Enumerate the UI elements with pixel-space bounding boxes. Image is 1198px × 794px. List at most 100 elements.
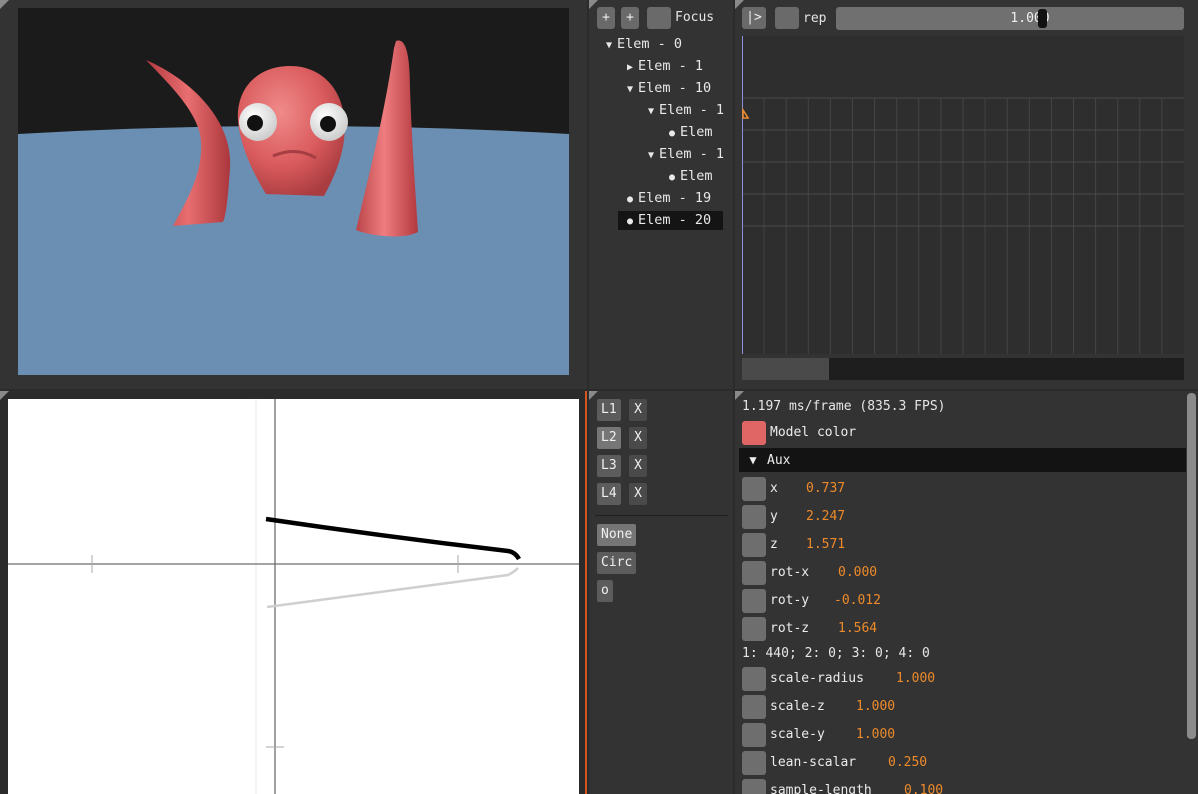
layer-l3-remove-button[interactable]: X <box>629 455 647 477</box>
tree-item-label: Elem - 1 <box>659 102 725 118</box>
repeat-label: rep <box>803 11 827 26</box>
keyframe-track[interactable] <box>742 36 1184 354</box>
param-checkbox[interactable] <box>742 561 766 585</box>
param-value[interactable]: 0.250 <box>888 755 927 770</box>
param-label: x <box>770 481 778 496</box>
param-checkbox[interactable] <box>742 589 766 613</box>
layer-l4-button[interactable]: L4 <box>597 483 621 505</box>
expand-arrow-icon[interactable]: ▼ <box>643 102 659 121</box>
param-checkbox[interactable] <box>742 723 766 747</box>
tree-item-label: Elem - 1 <box>638 58 704 74</box>
profile-curve-canvas[interactable] <box>8 399 579 794</box>
layer-l1-button[interactable]: L1 <box>597 399 621 421</box>
param-value[interactable]: 0.737 <box>806 481 845 496</box>
param-value[interactable]: 1.000 <box>856 727 895 742</box>
param-value[interactable]: 2.247 <box>806 509 845 524</box>
param-checkbox[interactable] <box>742 779 766 794</box>
layer-l1-remove-button[interactable]: X <box>629 399 647 421</box>
param-checkbox[interactable] <box>742 667 766 691</box>
focus-checkbox[interactable] <box>647 7 671 29</box>
fps-readout: 1.197 ms/frame (835.3 FPS) <box>742 399 946 414</box>
add-sibling-button[interactable]: + <box>621 7 639 29</box>
tree-item-elem-leaf-a[interactable]: ● Elem <box>664 123 713 142</box>
mode-circ-button[interactable]: Circ <box>597 552 637 574</box>
param-value[interactable]: 0.100 <box>904 783 943 794</box>
param-label: rot-x <box>770 565 810 580</box>
param-label: sample-length <box>770 783 872 794</box>
viewport-panel[interactable] <box>0 0 587 389</box>
param-row-scale-radius[interactable]: scale-radius 1.000 <box>742 667 935 691</box>
aux-section-label: Aux <box>767 453 791 468</box>
scene-view[interactable] <box>18 8 569 375</box>
tree-item-elem-1a[interactable]: ▼ Elem - 1 <box>643 101 724 120</box>
param-label: lean-scalar <box>770 755 857 770</box>
tree-item-elem-leaf-b[interactable]: ● Elem <box>664 167 713 186</box>
expand-arrow-icon[interactable]: ▼ <box>643 146 659 165</box>
param-checkbox[interactable] <box>742 695 766 719</box>
focus-label: Focus <box>675 10 715 25</box>
expand-arrow-icon[interactable]: ▼ <box>601 36 617 55</box>
param-row-rot-y[interactable]: rot-y -0.012 <box>742 589 881 613</box>
param-checkbox[interactable] <box>742 533 766 557</box>
mode-o-button[interactable]: o <box>597 580 613 602</box>
tree-item-elem-20[interactable]: ● Elem - 20 <box>618 211 723 230</box>
param-row-x[interactable]: x 0.737 <box>742 477 845 501</box>
param-row-scale-y[interactable]: scale-y 1.000 <box>742 723 895 747</box>
param-checkbox[interactable] <box>742 617 766 641</box>
tree-item-label: Elem - 0 <box>617 36 683 52</box>
param-row-sample-length[interactable]: sample-length 0.100 <box>742 779 943 794</box>
tree-item-label: Elem <box>680 168 713 184</box>
param-checkbox[interactable] <box>742 505 766 529</box>
tree-item-elem-1[interactable]: ▶ Elem - 1 <box>622 57 703 76</box>
param-value[interactable]: 1.564 <box>838 621 877 636</box>
bullet-icon: ● <box>626 194 634 205</box>
timeline-scroll-thumb[interactable] <box>742 358 829 380</box>
tree-item-elem-0[interactable]: ▼ Elem - 0 <box>601 35 682 54</box>
timeline-panel: |> rep 1.000 <box>735 0 1198 389</box>
param-row-rot-x[interactable]: rot-x 0.000 <box>742 561 877 585</box>
expand-arrow-icon[interactable]: ▼ <box>622 80 638 99</box>
tree-item-elem-10[interactable]: ▼ Elem - 10 <box>622 79 711 98</box>
layer-l2-button[interactable]: L2 <box>597 427 621 449</box>
timeline-scrollbar[interactable] <box>742 358 1184 380</box>
divider <box>595 515 728 516</box>
model-color-row[interactable]: Model color <box>742 421 856 445</box>
param-row-scale-z[interactable]: scale-z 1.000 <box>742 695 895 719</box>
layer-l4-remove-button[interactable]: X <box>629 483 647 505</box>
layer-l2-remove-button[interactable]: X <box>629 427 647 449</box>
tree-item-elem-1b[interactable]: ▼ Elem - 1 <box>643 145 724 164</box>
param-label: rot-y <box>770 593 810 608</box>
add-child-button[interactable]: + <box>597 7 615 29</box>
tree-item-label: Elem - 10 <box>638 80 712 96</box>
param-value[interactable]: 1.000 <box>856 699 895 714</box>
param-value[interactable]: 1.571 <box>806 537 845 552</box>
model-color-swatch[interactable] <box>742 421 766 445</box>
aux-section-header[interactable]: ▼ Aux <box>739 448 1186 472</box>
param-checkbox[interactable] <box>742 751 766 775</box>
param-row-z[interactable]: z 1.571 <box>742 533 845 557</box>
layer-l3-button[interactable]: L3 <box>597 455 621 477</box>
param-value[interactable]: -0.012 <box>834 593 881 608</box>
inspector-scrollbar[interactable] <box>1187 393 1196 739</box>
collapsed-arrow-icon[interactable]: ▶ <box>622 58 638 77</box>
layers-panel: L1 X L2 X L3 X L4 X None Circ o <box>589 391 733 794</box>
param-label: scale-z <box>770 699 825 714</box>
mode-none-button[interactable]: None <box>597 524 637 546</box>
repeat-checkbox[interactable] <box>775 7 799 29</box>
param-row-rot-z[interactable]: rot-z 1.564 <box>742 617 877 641</box>
param-row-y[interactable]: y 2.247 <box>742 505 845 529</box>
tree-item-elem-19[interactable]: ● Elem - 19 <box>622 189 711 208</box>
param-label: scale-radius <box>770 671 864 686</box>
param-value[interactable]: 0.000 <box>838 565 877 580</box>
tree-item-label: Elem - 19 <box>638 190 712 206</box>
play-button[interactable]: |> <box>742 7 766 29</box>
param-value[interactable]: 1.000 <box>896 671 935 686</box>
collapse-arrow-icon[interactable]: ▼ <box>739 448 767 472</box>
left-pupil <box>247 115 263 131</box>
time-slider-grab[interactable] <box>1038 9 1047 28</box>
param-row-lean-scalar[interactable]: lean-scalar 0.250 <box>742 751 927 775</box>
param-checkbox[interactable] <box>742 477 766 501</box>
active-panel-border <box>585 391 587 794</box>
panel-resize-corner[interactable] <box>0 0 9 9</box>
time-slider[interactable]: 1.000 <box>836 7 1184 30</box>
